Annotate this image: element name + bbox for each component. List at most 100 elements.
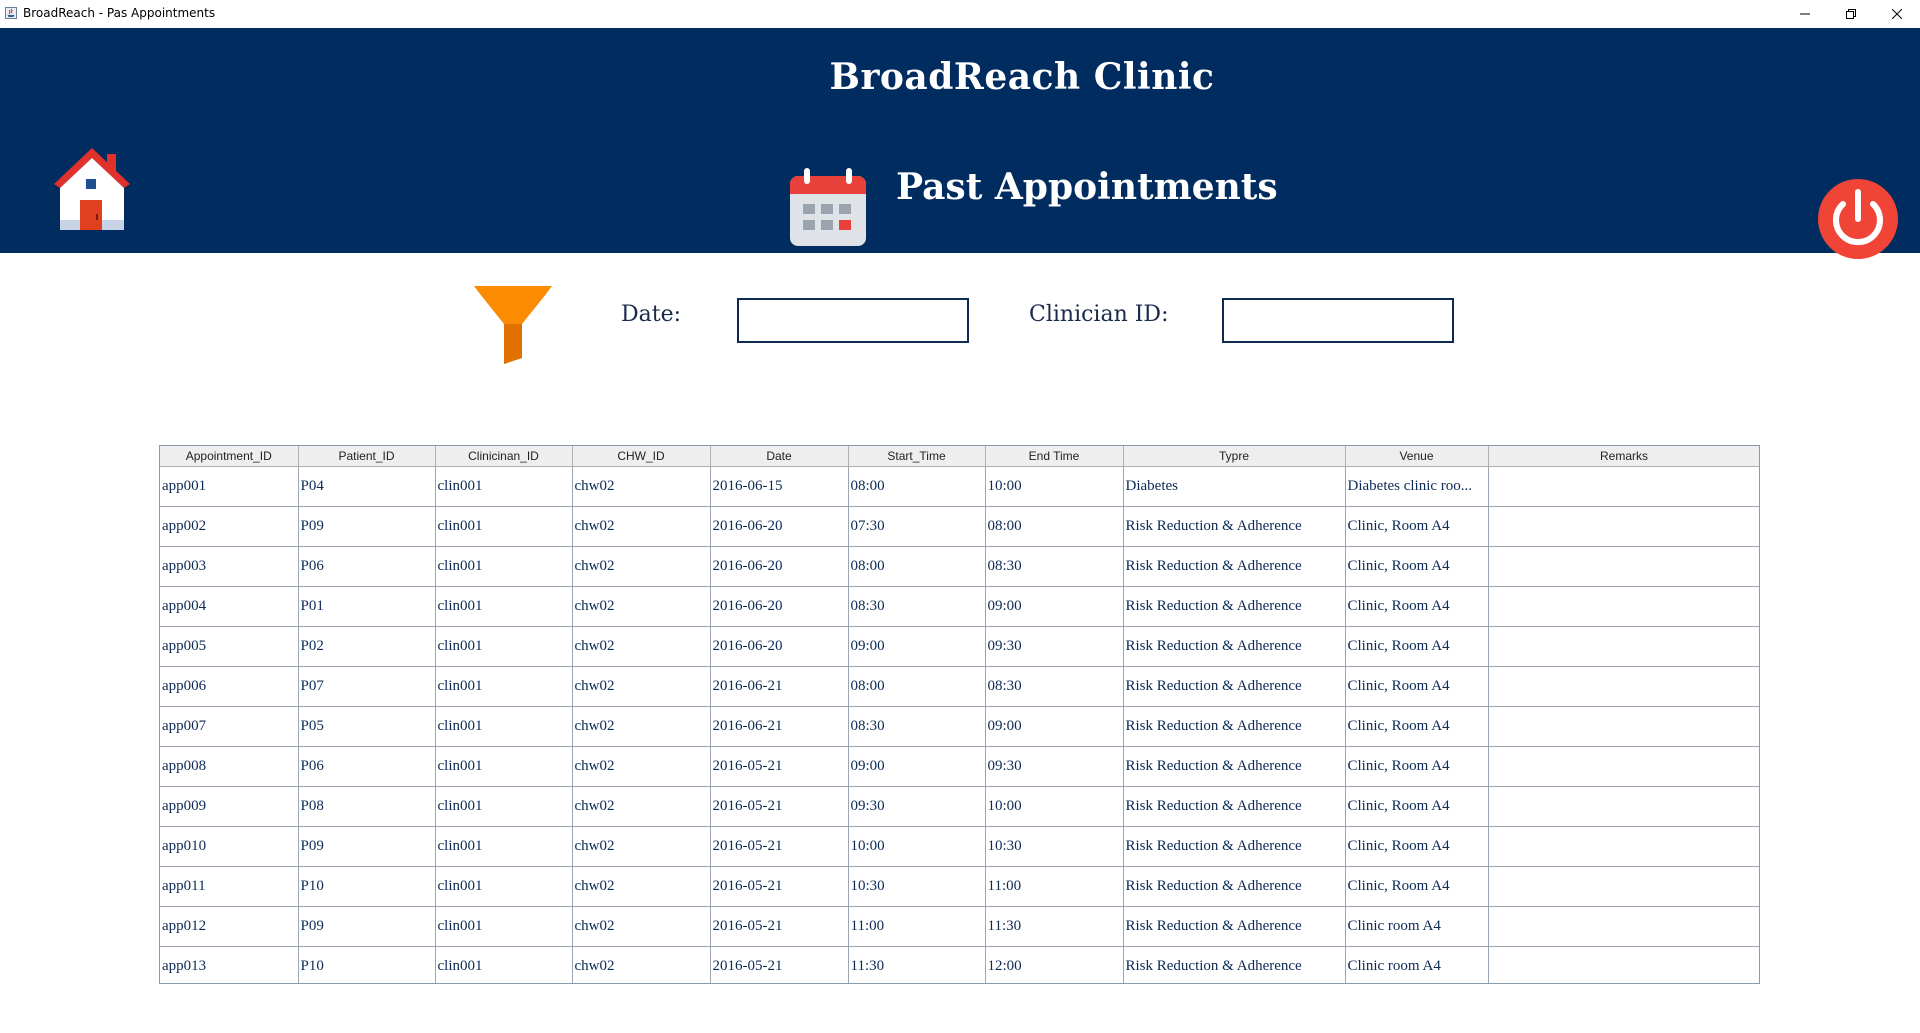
table-cell[interactable]: clin001 xyxy=(435,826,573,867)
table-cell[interactable]: chw02 xyxy=(572,506,711,547)
table-cell[interactable]: P10 xyxy=(298,866,436,907)
table-cell[interactable]: 10:30 xyxy=(848,866,986,907)
table-cell[interactable]: app009 xyxy=(160,786,299,827)
table-cell[interactable]: chw02 xyxy=(572,866,711,907)
table-cell[interactable]: 2016-06-20 xyxy=(710,546,849,587)
table-cell[interactable]: 2016-05-21 xyxy=(710,746,849,787)
table-cell[interactable] xyxy=(1488,466,1759,507)
table-cell[interactable]: app002 xyxy=(160,506,299,547)
column-header[interactable]: Patient_ID xyxy=(298,446,436,467)
clinician-id-input[interactable] xyxy=(1222,298,1454,343)
filter-icon[interactable] xyxy=(474,284,554,364)
table-cell[interactable] xyxy=(1488,706,1759,747)
table-cell[interactable]: clin001 xyxy=(435,906,573,947)
table-cell[interactable]: Clinic, Room A4 xyxy=(1345,506,1489,547)
table-row[interactable]: app002 P09 clin001 chw02 2016-06-20 07:30 08:0… xyxy=(160,506,1759,547)
table-cell[interactable]: 08:00 xyxy=(848,546,986,587)
table-cell[interactable]: P06 xyxy=(298,746,436,787)
table-cell[interactable]: Clinic, Room A4 xyxy=(1345,866,1489,907)
table-cell[interactable]: app004 xyxy=(160,586,299,627)
table-cell[interactable]: chw02 xyxy=(572,626,711,667)
table-row[interactable]: app013 P10 clin001 chw02 2016-05-21 11:30 12:0… xyxy=(160,946,1759,983)
table-cell[interactable]: app005 xyxy=(160,626,299,667)
table-cell[interactable]: chw02 xyxy=(572,786,711,827)
table-cell[interactable]: 09:30 xyxy=(985,746,1124,787)
table-cell[interactable]: app010 xyxy=(160,826,299,867)
table-cell[interactable]: Risk Reduction & Adherence xyxy=(1123,746,1346,787)
table-cell[interactable]: Risk Reduction & Adherence xyxy=(1123,586,1346,627)
appointments-table[interactable]: Appointment_ID Patient_ID Clinicinan_ID CHW… xyxy=(159,445,1760,984)
table-cell[interactable]: Diabetes clinic roo... xyxy=(1345,466,1489,507)
table-cell[interactable]: app003 xyxy=(160,546,299,587)
table-cell[interactable]: clin001 xyxy=(435,666,573,707)
table-cell[interactable] xyxy=(1488,826,1759,867)
table-cell[interactable]: P04 xyxy=(298,466,436,507)
table-cell[interactable]: Risk Reduction & Adherence xyxy=(1123,826,1346,867)
table-cell[interactable]: Risk Reduction & Adherence xyxy=(1123,706,1346,747)
table-cell[interactable]: clin001 xyxy=(435,546,573,587)
table-cell[interactable]: chw02 xyxy=(572,546,711,587)
table-cell[interactable]: Clinic room A4 xyxy=(1345,906,1489,947)
table-cell[interactable]: Risk Reduction & Adherence xyxy=(1123,546,1346,587)
table-cell[interactable]: chw02 xyxy=(572,666,711,707)
table-cell[interactable]: Clinic, Room A4 xyxy=(1345,626,1489,667)
table-cell[interactable]: 09:30 xyxy=(848,786,986,827)
table-cell[interactable]: Clinic, Room A4 xyxy=(1345,546,1489,587)
table-cell[interactable]: Clinic, Room A4 xyxy=(1345,666,1489,707)
home-icon[interactable] xyxy=(50,148,134,258)
table-cell[interactable]: P02 xyxy=(298,626,436,667)
column-header[interactable]: Date xyxy=(710,446,849,467)
table-row[interactable]: app009 P08 clin001 chw02 2016-05-21 09:30 10:0… xyxy=(160,786,1759,827)
table-cell[interactable]: 10:00 xyxy=(985,786,1124,827)
table-cell[interactable]: 11:00 xyxy=(848,906,986,947)
table-cell[interactable]: 09:00 xyxy=(848,626,986,667)
table-row[interactable]: app011 P10 clin001 chw02 2016-05-21 10:30 11:0… xyxy=(160,866,1759,907)
table-cell[interactable]: 10:00 xyxy=(985,466,1124,507)
table-cell[interactable]: P09 xyxy=(298,906,436,947)
table-cell[interactable]: 07:30 xyxy=(848,506,986,547)
column-header[interactable]: End Time xyxy=(985,446,1124,467)
column-header[interactable]: Appointment_ID xyxy=(160,446,299,467)
table-cell[interactable]: 08:00 xyxy=(848,666,986,707)
table-row[interactable]: app005 P02 clin001 chw02 2016-06-20 09:00 09:3… xyxy=(160,626,1759,667)
power-icon[interactable] xyxy=(1817,178,1899,260)
table-cell[interactable]: Risk Reduction & Adherence xyxy=(1123,866,1346,907)
table-cell[interactable]: P05 xyxy=(298,706,436,747)
table-cell[interactable]: Clinic, Room A4 xyxy=(1345,586,1489,627)
table-row[interactable]: app008 P06 clin001 chw02 2016-05-21 09:00 09:3… xyxy=(160,746,1759,787)
table-cell[interactable]: clin001 xyxy=(435,706,573,747)
table-cell[interactable]: 2016-06-15 xyxy=(710,466,849,507)
table-cell[interactable]: 2016-05-21 xyxy=(710,866,849,907)
table-cell[interactable]: 2016-06-21 xyxy=(710,706,849,747)
table-cell[interactable]: app013 xyxy=(160,946,299,983)
table-cell[interactable]: 2016-06-20 xyxy=(710,626,849,667)
table-cell[interactable]: Clinic room A4 xyxy=(1345,946,1489,983)
table-cell[interactable] xyxy=(1488,786,1759,827)
table-cell[interactable]: 09:00 xyxy=(848,746,986,787)
table-cell[interactable]: chw02 xyxy=(572,706,711,747)
table-cell[interactable]: 11:30 xyxy=(848,946,986,983)
table-cell[interactable]: chw02 xyxy=(572,586,711,627)
table-cell[interactable]: Clinic, Room A4 xyxy=(1345,786,1489,827)
table-cell[interactable]: app011 xyxy=(160,866,299,907)
table-cell[interactable]: chw02 xyxy=(572,826,711,867)
table-cell[interactable]: app001 xyxy=(160,466,299,507)
table-cell[interactable]: 09:00 xyxy=(985,586,1124,627)
table-cell[interactable]: 11:30 xyxy=(985,906,1124,947)
table-cell[interactable]: 08:30 xyxy=(985,666,1124,707)
table-cell[interactable]: Risk Reduction & Adherence xyxy=(1123,626,1346,667)
table-cell[interactable]: 09:30 xyxy=(985,626,1124,667)
table-cell[interactable]: P06 xyxy=(298,546,436,587)
table-cell[interactable] xyxy=(1488,546,1759,587)
table-cell[interactable] xyxy=(1488,626,1759,667)
restore-button[interactable] xyxy=(1828,0,1874,28)
table-cell[interactable]: chw02 xyxy=(572,946,711,983)
table-cell[interactable]: chw02 xyxy=(572,906,711,947)
table-cell[interactable]: 09:00 xyxy=(985,706,1124,747)
table-cell[interactable]: chw02 xyxy=(572,746,711,787)
table-cell[interactable]: 2016-05-21 xyxy=(710,946,849,983)
table-row[interactable]: app001 P04 clin001 chw02 2016-06-15 08:00 10:0… xyxy=(160,466,1759,507)
table-cell[interactable]: Risk Reduction & Adherence xyxy=(1123,946,1346,983)
table-cell[interactable]: clin001 xyxy=(435,866,573,907)
table-cell[interactable]: Clinic, Room A4 xyxy=(1345,746,1489,787)
